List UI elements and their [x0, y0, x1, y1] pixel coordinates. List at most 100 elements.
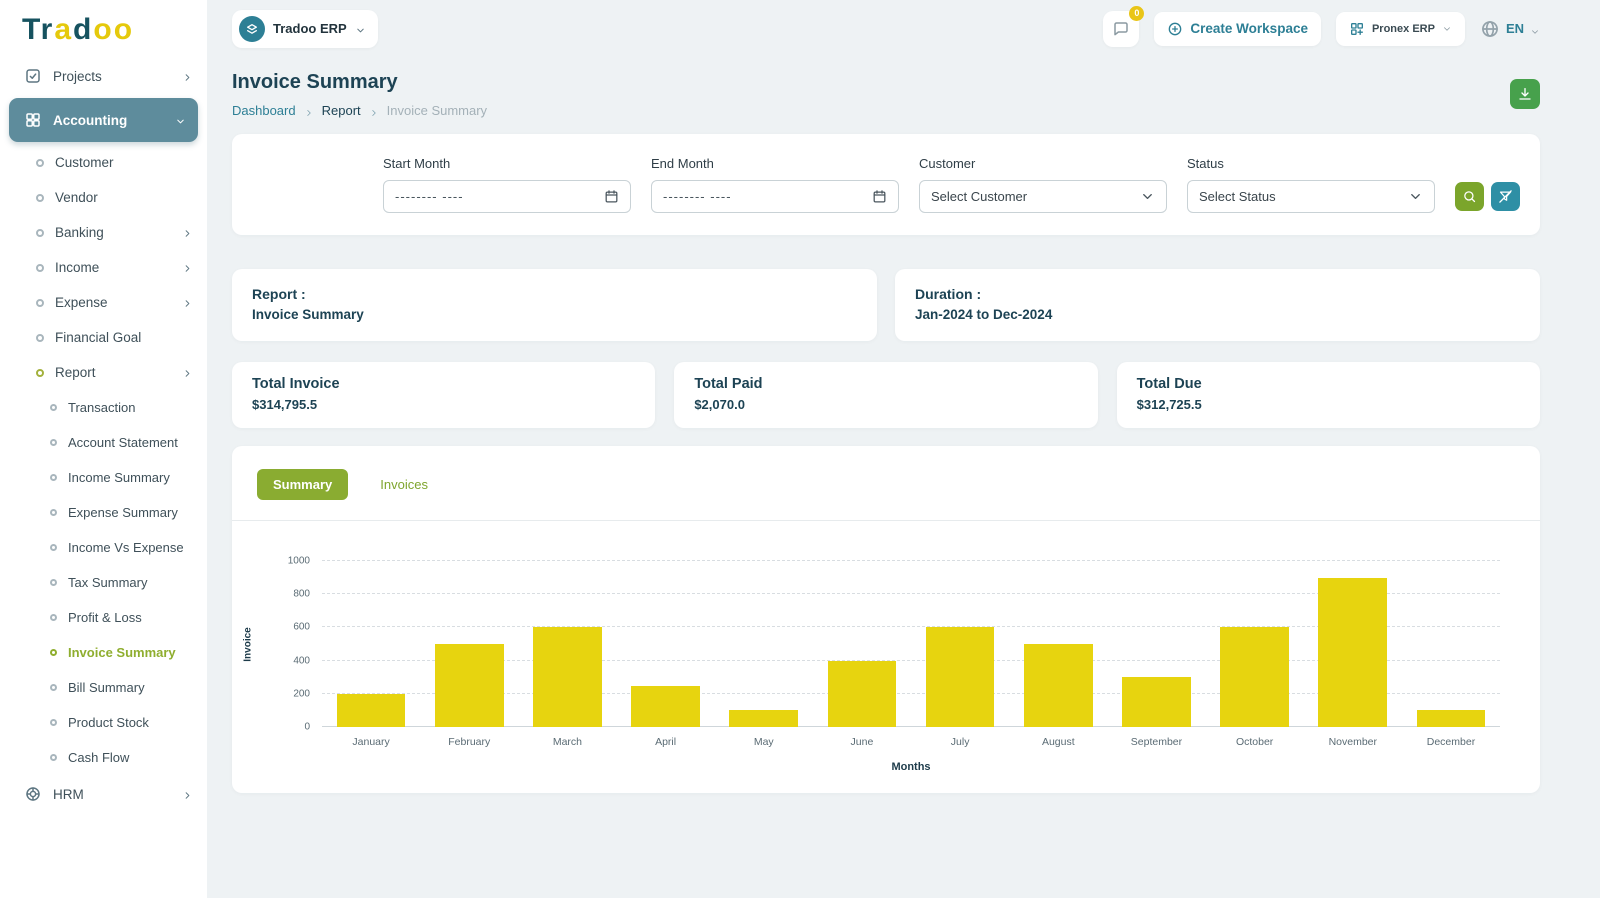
sidebar-item-label: Account Statement	[68, 435, 178, 450]
sidebar-item-income-vs-expense[interactable]: Income Vs Expense	[0, 530, 207, 565]
status-label: Status	[1187, 156, 1224, 171]
sidebar-item-accounting[interactable]: Accounting	[9, 98, 198, 142]
sidebar-item-label: Expense Summary	[68, 505, 178, 520]
x-tick-label: December	[1426, 736, 1476, 748]
download-button[interactable]	[1510, 79, 1540, 109]
sidebar-item-label: Profit & Loss	[68, 610, 142, 625]
bullet-icon	[50, 684, 57, 691]
breadcrumb-item: Invoice Summary	[386, 103, 488, 118]
bullet-icon	[50, 649, 57, 656]
report-info-card: Report : Invoice Summary	[232, 269, 877, 341]
logo[interactable]: Tradoo	[0, 0, 207, 55]
sidebar-item-projects[interactable]: Projects	[0, 57, 207, 95]
chevron-right-icon	[182, 227, 193, 238]
sidebar-item-product-stock[interactable]: Product Stock	[0, 705, 207, 740]
chart-plot: 0 200 400 600 800 1000	[288, 556, 1500, 733]
bullet-icon	[36, 333, 44, 342]
status-select[interactable]: Select Status	[1187, 180, 1435, 213]
sidebar-item-customer[interactable]: Customer	[0, 145, 207, 180]
x-tick-label: September	[1130, 736, 1183, 748]
customer-select-value: Select Customer	[931, 189, 1028, 204]
report-info-label: Report :	[252, 286, 306, 302]
totals-row: Total Invoice $314,795.5 Total Paid $2,070.…	[232, 362, 1540, 428]
chevron-down-icon	[175, 115, 186, 126]
bar-cell	[813, 561, 911, 727]
bar-october	[1220, 627, 1289, 727]
bar-may	[729, 710, 799, 727]
sidebar-item-expense[interactable]: Expense	[0, 285, 207, 320]
customer-select[interactable]: Select Customer	[919, 180, 1167, 213]
tab-invoices[interactable]: Invoices	[364, 469, 444, 500]
start-month-label: Start Month	[383, 156, 451, 171]
sidebar-item-vendor[interactable]: Vendor	[0, 180, 207, 215]
bar-cell	[715, 561, 813, 727]
start-month-input[interactable]: -------- ----	[383, 180, 631, 213]
start-month-value: -------- ----	[395, 189, 464, 204]
end-month-field: End Month -------- ----	[651, 156, 899, 213]
bar-cell	[617, 561, 715, 727]
chevron-down-icon	[1442, 24, 1452, 34]
bullet-icon	[50, 544, 57, 551]
breadcrumb-item[interactable]: Dashboard	[232, 103, 296, 118]
page-title: Invoice Summary	[232, 71, 398, 93]
breadcrumb-item[interactable]: Report	[322, 103, 361, 118]
sidebar-nav: Projects Accounting Customer Vendor Banking I…	[0, 55, 207, 813]
total-card-total-paid: Total Paid $2,070.0	[674, 362, 1098, 428]
workspace-switcher[interactable]: Tradoo ERP	[232, 9, 378, 48]
bullet-icon	[50, 579, 57, 586]
bullet-icon	[36, 158, 44, 167]
sidebar-item-income-summary[interactable]: Income Summary	[0, 460, 207, 495]
logo-letter: o	[113, 13, 135, 46]
search-button[interactable]	[1455, 182, 1484, 211]
x-tick-label: August	[1041, 736, 1075, 748]
sidebar-item-label: HRM	[53, 786, 84, 802]
sidebar-item-financial-goal[interactable]: Financial Goal	[0, 320, 207, 355]
chevron-down-icon	[1408, 189, 1423, 204]
sidebar-item-report[interactable]: Report	[0, 355, 207, 390]
chat-bubble-icon	[1112, 20, 1130, 38]
chart-card: Summary Invoices Invoice 0 200 400 600 800 100…	[232, 446, 1540, 793]
sidebar-item-label: Customer	[55, 155, 114, 170]
bar-cell	[1304, 561, 1402, 727]
workspace-grid-icon	[1349, 21, 1365, 37]
sidebar-item-expense-summary[interactable]: Expense Summary	[0, 495, 207, 530]
bar-february	[434, 644, 504, 727]
bullet-icon	[50, 614, 57, 621]
sidebar-item-banking[interactable]: Banking	[0, 215, 207, 250]
tab-summary[interactable]: Summary	[257, 469, 349, 500]
messages-button[interactable]: 0	[1103, 5, 1145, 47]
plus-circle-icon	[1167, 21, 1183, 37]
bar-june	[827, 660, 897, 727]
chart-x-axis-title: Months	[891, 761, 931, 773]
globe-icon	[1480, 19, 1500, 39]
sidebar-item-cash-flow[interactable]: Cash Flow	[0, 740, 207, 775]
y-tick-label: 400	[293, 655, 310, 667]
tabs: Summary Invoices	[232, 446, 1540, 521]
end-month-label: End Month	[651, 156, 714, 171]
download-icon	[1517, 86, 1533, 102]
sidebar-item-invoice-summary[interactable]: Invoice Summary	[0, 635, 207, 670]
x-tick-label: June	[850, 736, 874, 748]
chevron-down-icon	[1140, 189, 1155, 204]
sidebar-item-transaction[interactable]: Transaction	[0, 390, 207, 425]
language-selector[interactable]: EN	[1480, 19, 1540, 39]
sidebar-item-label: Cash Flow	[68, 750, 130, 765]
end-month-input[interactable]: -------- ----	[651, 180, 899, 213]
sidebar-item-bill-summary[interactable]: Bill Summary	[0, 670, 207, 705]
erp-selector[interactable]: Pronex ERP	[1335, 11, 1465, 46]
page-head-left: Invoice Summary Dashboard Report Invoice S…	[232, 71, 487, 118]
customer-field: Customer Select Customer	[919, 156, 1167, 213]
filter-card: Start Month -------- ---- End Month ----…	[232, 134, 1540, 235]
topbar-actions: 0 Create Workspace Pronex ERP EN	[1103, 5, 1540, 47]
create-workspace-button[interactable]: Create Workspace	[1154, 11, 1321, 46]
sidebar-item-profit-loss[interactable]: Profit & Loss	[0, 600, 207, 635]
clear-filter-button[interactable]	[1491, 182, 1520, 211]
sidebar-item-account-statement[interactable]: Account Statement	[0, 425, 207, 460]
sidebar-item-income[interactable]: Income	[0, 250, 207, 285]
x-tick-label: July	[950, 736, 970, 748]
bullet-icon	[36, 368, 44, 377]
x-tick-label: January	[352, 736, 390, 748]
sidebar-item-hrm[interactable]: HRM	[0, 775, 207, 813]
messages-badge: 0	[1129, 5, 1145, 21]
sidebar-item-tax-summary[interactable]: Tax Summary	[0, 565, 207, 600]
